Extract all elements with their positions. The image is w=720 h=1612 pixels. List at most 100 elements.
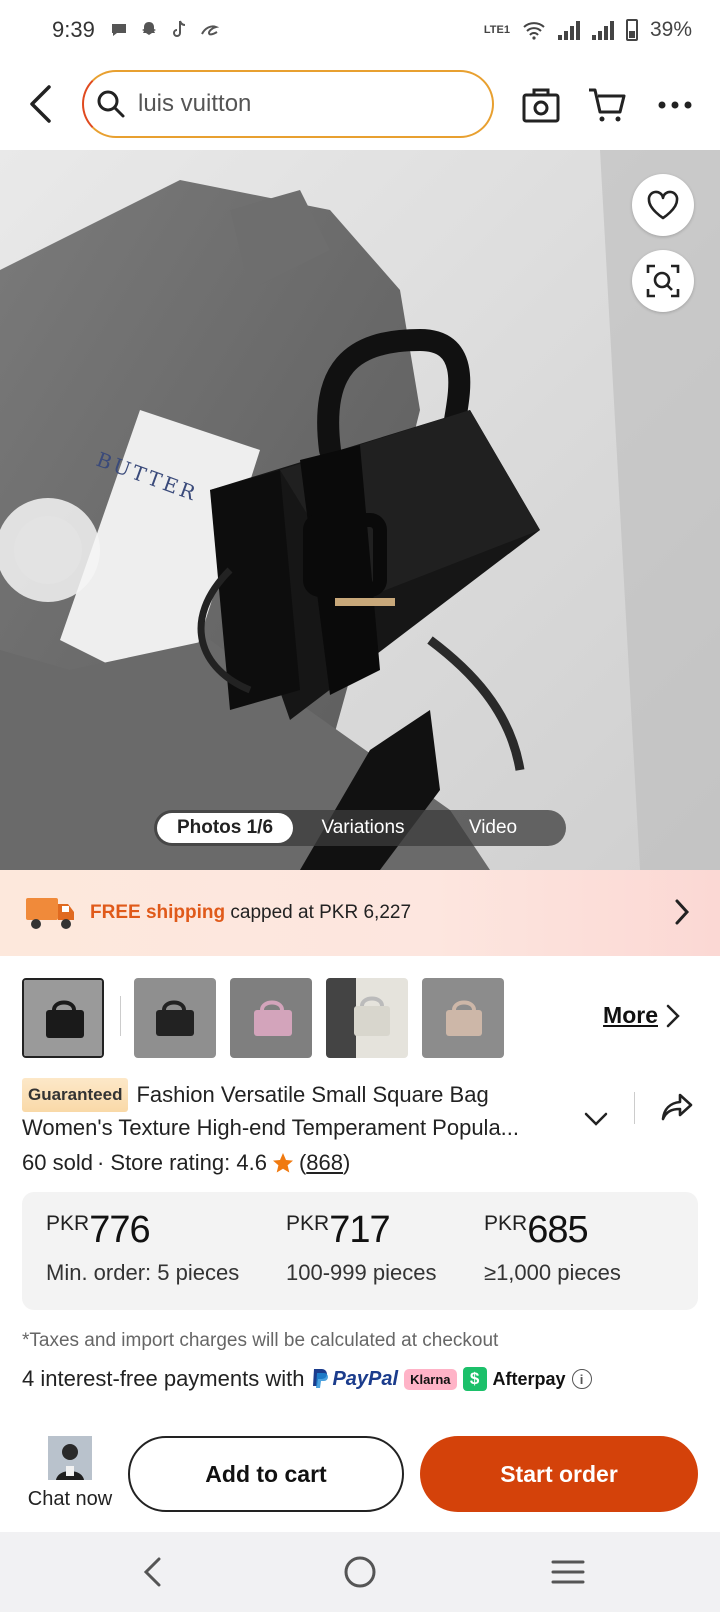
top-header: luis vuitton — [0, 62, 720, 148]
shipping-cap-label: capped at PKR 6,227 — [230, 902, 412, 923]
camera-search-button[interactable] — [518, 82, 564, 128]
sold-count: 60 sold — [22, 1150, 93, 1175]
back-button[interactable] — [18, 80, 62, 128]
cart-icon — [589, 88, 626, 122]
klarna-logo: Klarna — [404, 1368, 457, 1390]
status-bar: 9:39 LTE1 39% — [0, 0, 720, 60]
volte-icon: LTE1 — [483, 23, 510, 36]
tier-currency: PKR — [286, 1212, 330, 1235]
chat-notification-icon — [111, 24, 126, 36]
review-count-link[interactable]: (868) — [299, 1150, 350, 1176]
title-line-2: Women's Texture High-end Temperament Pop… — [22, 1115, 520, 1140]
tab-photos[interactable]: Photos 1/6 — [157, 813, 293, 843]
alibaba-icon — [200, 25, 220, 36]
tier-quantity: Min. order: 5 pieces — [46, 1260, 240, 1285]
search-bar[interactable]: luis vuitton — [82, 70, 494, 138]
system-icons: LTE1 39% — [484, 18, 692, 42]
thumbnail-divider — [120, 996, 121, 1036]
dollar-icon: $ — [462, 1367, 487, 1391]
more-label: More — [603, 1002, 658, 1028]
thumbnail-1[interactable] — [22, 978, 104, 1058]
price-tier-3: PKR 685 ≥1,000 pieces — [484, 1210, 621, 1286]
info-icon[interactable]: i — [571, 1369, 592, 1389]
tiktok-icon — [172, 20, 185, 37]
paypal-logo: PayPal — [310, 1368, 398, 1391]
chat-now-button[interactable]: Chat now — [22, 1436, 118, 1511]
bottom-action-bar: Chat now Add to cart Start order — [0, 1430, 720, 1530]
tier-quantity: ≥1,000 pieces — [484, 1260, 621, 1285]
title-divider — [634, 1092, 635, 1124]
more-dots-icon — [658, 101, 692, 109]
wifi-icon — [523, 22, 545, 40]
more-thumbnails-button[interactable]: More — [603, 1002, 680, 1029]
signal-icon-1 — [557, 20, 580, 40]
afterpay-logo: $ Afterpay — [462, 1367, 566, 1391]
add-to-cart-button[interactable]: Add to cart — [128, 1436, 404, 1512]
tier-currency: PKR — [46, 1212, 90, 1235]
title-line-1: Fashion Versatile Small Square Bag — [136, 1082, 489, 1107]
chevron-right-icon — [675, 899, 690, 925]
tier-currency: PKR — [484, 1212, 528, 1235]
tier-quantity: 100-999 pieces — [286, 1260, 437, 1285]
status-time: 9:39 — [52, 17, 95, 42]
payments-lead: 4 interest-free payments with — [22, 1366, 305, 1391]
chat-now-label: Chat now — [27, 1488, 113, 1510]
store-rating: · Store rating: 4.6 — [96, 1150, 267, 1175]
star-icon — [272, 1153, 293, 1173]
nav-home-icon — [344, 1556, 376, 1588]
truck-icon — [26, 898, 74, 929]
nav-back-icon — [143, 1557, 161, 1587]
share-icon — [661, 1093, 693, 1121]
tab-video[interactable]: Video — [433, 813, 553, 843]
battery-icon — [625, 19, 638, 41]
thumbnail-3[interactable] — [230, 978, 312, 1058]
nav-menu-icon — [551, 1560, 585, 1584]
favorite-button[interactable] — [632, 174, 694, 236]
image-search-button[interactable] — [632, 250, 694, 312]
thumbnail-2[interactable] — [134, 978, 216, 1058]
more-options-button[interactable] — [652, 82, 698, 128]
paypal-icon — [313, 1369, 329, 1388]
nav-back-button[interactable] — [130, 1550, 174, 1594]
product-title: Guaranteed Fashion Versatile Small Square… — [22, 1078, 622, 1144]
battery-percent: 39% — [649, 18, 692, 41]
payment-options[interactable]: 4 interest-free payments with PayPal Kla… — [22, 1366, 592, 1392]
search-icon — [97, 90, 125, 118]
expand-title-button[interactable] — [584, 1112, 608, 1131]
tier-price: 776 — [89, 1209, 150, 1251]
camera-icon — [522, 88, 560, 123]
signal-icon-2 — [591, 20, 614, 40]
tier-price: 717 — [329, 1209, 390, 1251]
thumbnail-5[interactable] — [422, 978, 504, 1058]
chevron-right-icon — [666, 1004, 680, 1027]
shipping-text: FREE shipping capped at PKR 6,227 — [90, 902, 411, 924]
heart-icon — [647, 190, 679, 220]
price-tiers: PKR 776 Min. order: 5 pieces PKR 717 100-9… — [22, 1192, 698, 1310]
notification-icons — [109, 19, 223, 41]
cart-button[interactable] — [584, 82, 630, 128]
snapchat-icon — [141, 22, 156, 35]
shipping-banner[interactable]: FREE shipping capped at PKR 6,227 — [0, 870, 720, 956]
product-photo: BUTTER — [0, 150, 720, 870]
guaranteed-badge: Guaranteed — [22, 1078, 129, 1112]
nav-home-button[interactable] — [338, 1550, 382, 1594]
variant-thumbnails: More — [22, 976, 702, 1060]
system-nav-bar — [0, 1532, 720, 1612]
chevron-left-icon — [30, 85, 51, 123]
visual-search-icon — [646, 264, 680, 298]
share-button[interactable] — [660, 1092, 694, 1127]
free-shipping-label: FREE shipping — [90, 902, 226, 923]
product-image-gallery[interactable]: BUTTER Photos 1/6 Variations Video — [0, 150, 720, 870]
search-input[interactable]: luis vuitton — [138, 90, 251, 118]
thumbnail-4[interactable] — [326, 978, 408, 1058]
media-tabs: Photos 1/6 Variations Video — [154, 810, 566, 846]
taxes-note: *Taxes and import charges will be calcul… — [22, 1330, 499, 1351]
sales-rating-line: 60 sold · Store rating: 4.6 (868) — [22, 1150, 350, 1176]
price-tier-1: PKR 776 Min. order: 5 pieces — [46, 1210, 239, 1286]
chevron-down-icon — [584, 1112, 608, 1126]
seller-avatar — [48, 1436, 92, 1480]
nav-recents-button[interactable] — [546, 1550, 590, 1594]
start-order-button[interactable]: Start order — [420, 1436, 698, 1512]
tier-price: 685 — [527, 1209, 588, 1251]
tab-variations[interactable]: Variations — [293, 813, 433, 843]
